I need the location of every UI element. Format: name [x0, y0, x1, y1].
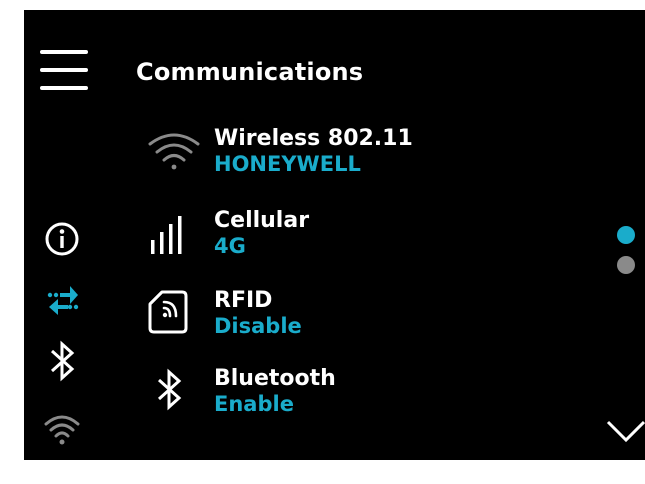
- chevron-down-icon[interactable]: [604, 412, 645, 448]
- page-dot-active[interactable]: [617, 226, 635, 244]
- wireless-value: HONEYWELL: [214, 152, 361, 176]
- bluetooth-value: Enable: [214, 392, 294, 416]
- rfid-value: Disable: [214, 314, 302, 338]
- list-item-cellular[interactable]: Cellular 4G: [144, 208, 504, 280]
- transfer-arrows-icon[interactable]: [42, 278, 86, 320]
- info-icon[interactable]: [42, 218, 86, 260]
- list-item-wireless[interactable]: Wireless 802.11 HONEYWELL: [144, 126, 504, 198]
- list-item-rfid[interactable]: RFID Disable: [144, 288, 504, 360]
- page-title: Communications: [136, 58, 364, 86]
- page-dot-inactive[interactable]: [617, 256, 635, 274]
- bluetooth-icon: [144, 366, 206, 428]
- list-item-bluetooth[interactable]: Bluetooth Enable: [144, 366, 504, 438]
- cellular-signal-icon: [144, 208, 206, 270]
- device-screen: Communications Wireless 802.11 HONEYWELL…: [24, 10, 645, 460]
- hamburger-menu-icon[interactable]: [40, 46, 92, 92]
- rfid-icon: [144, 288, 206, 350]
- bluetooth-icon[interactable]: [42, 340, 86, 382]
- bluetooth-label: Bluetooth: [214, 366, 336, 391]
- wifi-icon[interactable]: [42, 408, 86, 450]
- wifi-icon: [144, 126, 206, 188]
- wireless-label: Wireless 802.11: [214, 126, 413, 151]
- cellular-value: 4G: [214, 234, 246, 258]
- cellular-label: Cellular: [214, 208, 310, 233]
- rfid-label: RFID: [214, 288, 273, 313]
